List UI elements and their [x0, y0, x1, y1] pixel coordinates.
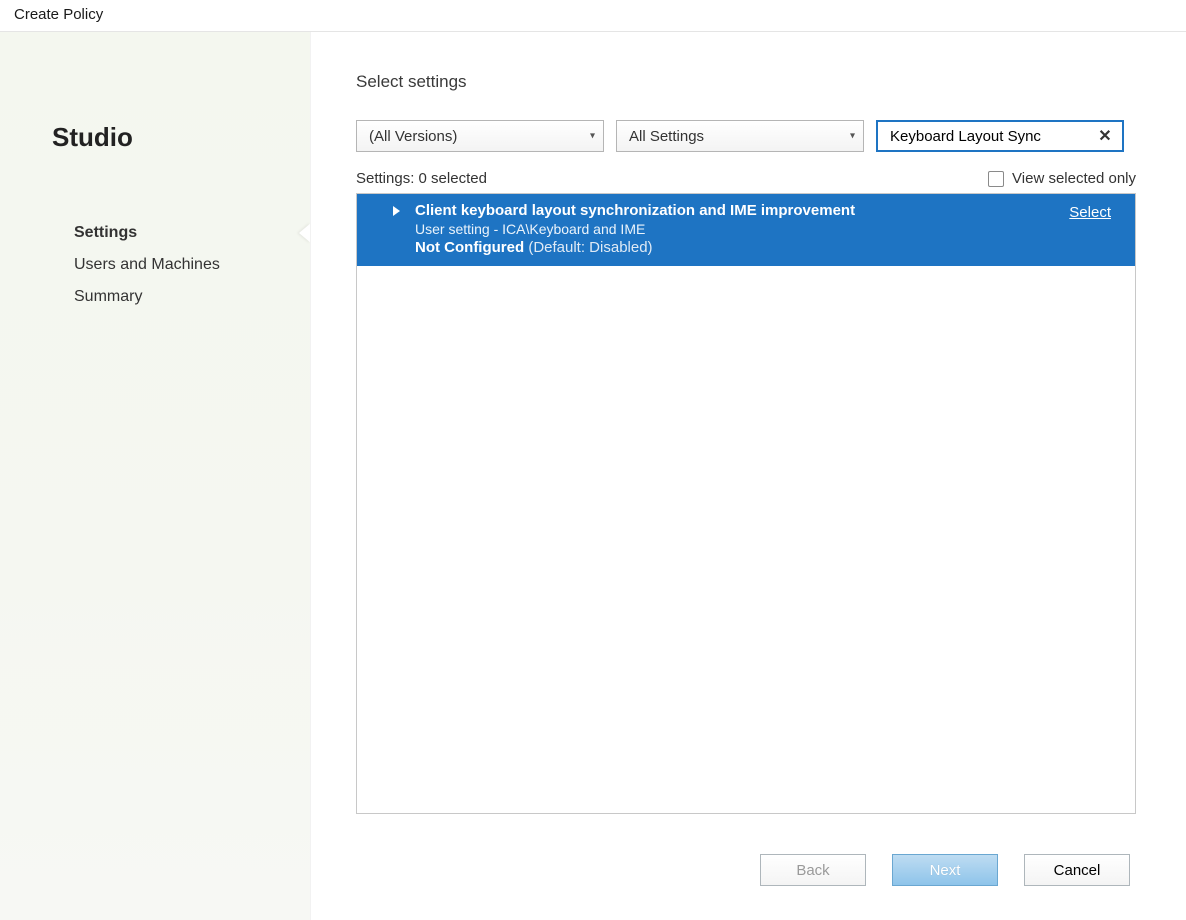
wizard-body: Studio Settings Users and Machines Summa… [0, 32, 1186, 920]
cancel-button[interactable]: Cancel [1024, 854, 1130, 886]
version-select[interactable]: (All Versions) ▾ [356, 120, 604, 152]
version-select-value: (All Versions) [369, 128, 457, 145]
setting-text-block: Client keyboard layout synchronization a… [391, 202, 1069, 256]
back-button[interactable]: Back [760, 854, 866, 886]
setting-subtitle: User setting - ICA\Keyboard and IME [415, 221, 1069, 237]
status-value: 0 selected [419, 170, 487, 187]
status-default-hint: (Default: Disabled) [528, 239, 652, 256]
sidebar-item-summary[interactable]: Summary [52, 281, 310, 313]
clear-search-icon[interactable]: ✕ [1094, 125, 1116, 147]
setting-status: Not Configured (Default: Disabled) [415, 239, 1069, 256]
view-selected-only-toggle[interactable]: View selected only [988, 170, 1136, 187]
checkbox-icon[interactable] [988, 171, 1004, 187]
sidebar-item-label: Summary [74, 288, 142, 305]
category-select-value: All Settings [629, 128, 704, 145]
window-title: Create Policy [0, 0, 1186, 32]
search-input[interactable] [888, 127, 1094, 146]
status-row: Settings: 0 selected View selected only [356, 170, 1136, 187]
setting-title: Client keyboard layout synchronization a… [415, 202, 1069, 219]
select-link[interactable]: Select [1069, 204, 1111, 221]
status-label: Settings: [356, 170, 414, 187]
settings-list[interactable]: Client keyboard layout synchronization a… [356, 193, 1136, 814]
section-title: Select settings [356, 72, 1136, 92]
app-name: Studio [52, 122, 310, 153]
chevron-down-icon: ▾ [850, 131, 855, 142]
sidebar-item-settings[interactable]: Settings [52, 217, 310, 249]
sidebar-item-label: Users and Machines [74, 256, 220, 273]
chevron-down-icon: ▾ [590, 131, 595, 142]
status-not-configured: Not Configured [415, 239, 524, 256]
selected-count: Settings: 0 selected [356, 170, 487, 187]
setting-row[interactable]: Client keyboard layout synchronization a… [357, 194, 1135, 266]
content-panel: Select settings (All Versions) ▾ All Set… [310, 32, 1186, 920]
filters-row: (All Versions) ▾ All Settings ▾ ✕ [356, 120, 1136, 152]
sidebar: Studio Settings Users and Machines Summa… [0, 32, 310, 920]
next-button[interactable]: Next [892, 854, 998, 886]
search-box[interactable]: ✕ [876, 120, 1124, 152]
category-select[interactable]: All Settings ▾ [616, 120, 864, 152]
content-inner: Select settings (All Versions) ▾ All Set… [310, 32, 1186, 824]
expand-icon[interactable] [393, 206, 400, 216]
footer-buttons: Back Next Cancel [310, 824, 1186, 920]
view-selected-only-label: View selected only [1012, 170, 1136, 187]
nav-list: Settings Users and Machines Summary [52, 217, 310, 313]
sidebar-item-label: Settings [74, 224, 137, 241]
sidebar-item-users-machines[interactable]: Users and Machines [52, 249, 310, 281]
